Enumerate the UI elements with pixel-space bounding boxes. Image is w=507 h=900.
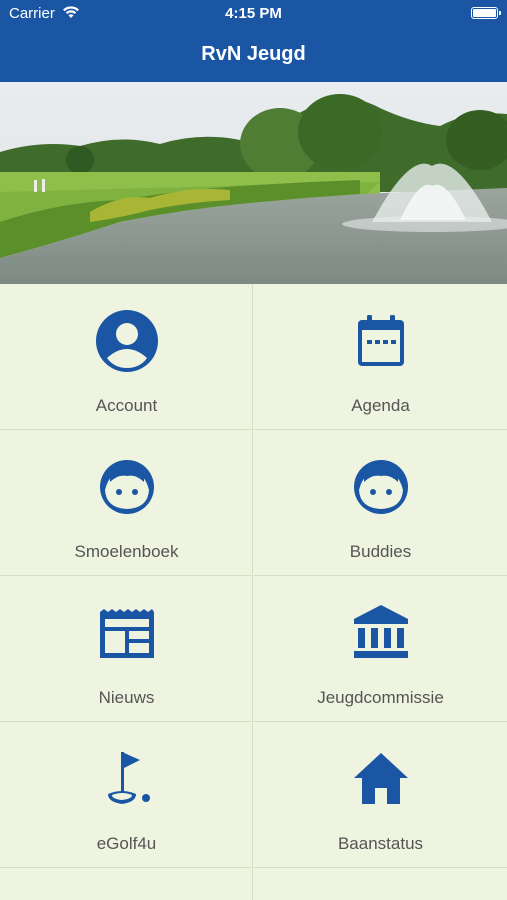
menu-item-label: Buddies [349, 542, 412, 561]
menu-item-buddies[interactable]: Buddies [254, 430, 507, 576]
calendar-icon [358, 315, 404, 366]
newspaper-icon [100, 609, 154, 658]
institution-icon [354, 605, 408, 658]
account-icon [96, 310, 158, 372]
menu-item-label: Baanstatus [337, 834, 424, 853]
status-time: 4:15 PM [225, 5, 282, 22]
menu-item-partial[interactable] [0, 868, 253, 900]
menu-item-smoelenboek[interactable]: Smoelenboek [0, 430, 253, 576]
menu-item-partial[interactable] [254, 868, 507, 900]
navigation-bar: RvN Jeugd [0, 27, 507, 82]
menu-item-label: Jeugdcommissie [317, 688, 444, 707]
hero-image [0, 82, 507, 284]
menu-item-label: eGolf4u [96, 834, 157, 853]
status-bar: Carrier 4:15 PM [0, 0, 507, 27]
menu-item-label: Nieuws [98, 688, 155, 707]
menu-item-label: Smoelenboek [74, 542, 179, 561]
menu-item-nieuws[interactable]: Nieuws [0, 576, 253, 722]
menu-item-egolf4u[interactable]: eGolf4u [0, 722, 253, 868]
menu-grid: Account Agenda Smoelenboek Buddies Nieuw… [0, 284, 507, 900]
battery-icon [471, 7, 501, 19]
menu-item-account[interactable]: Account [0, 284, 253, 430]
page-title: RvN Jeugd [201, 43, 306, 65]
menu-item-label: Agenda [351, 396, 410, 415]
face-icon [354, 460, 408, 514]
menu-item-label: Account [95, 396, 158, 415]
face-icon [100, 460, 154, 514]
home-icon [354, 753, 408, 804]
menu-item-agenda[interactable]: Agenda [254, 284, 507, 430]
golf-flag-icon [108, 752, 150, 804]
menu-item-baanstatus[interactable]: Baanstatus [254, 722, 507, 868]
menu-item-jeugdcommissie[interactable]: Jeugdcommissie [254, 576, 507, 722]
